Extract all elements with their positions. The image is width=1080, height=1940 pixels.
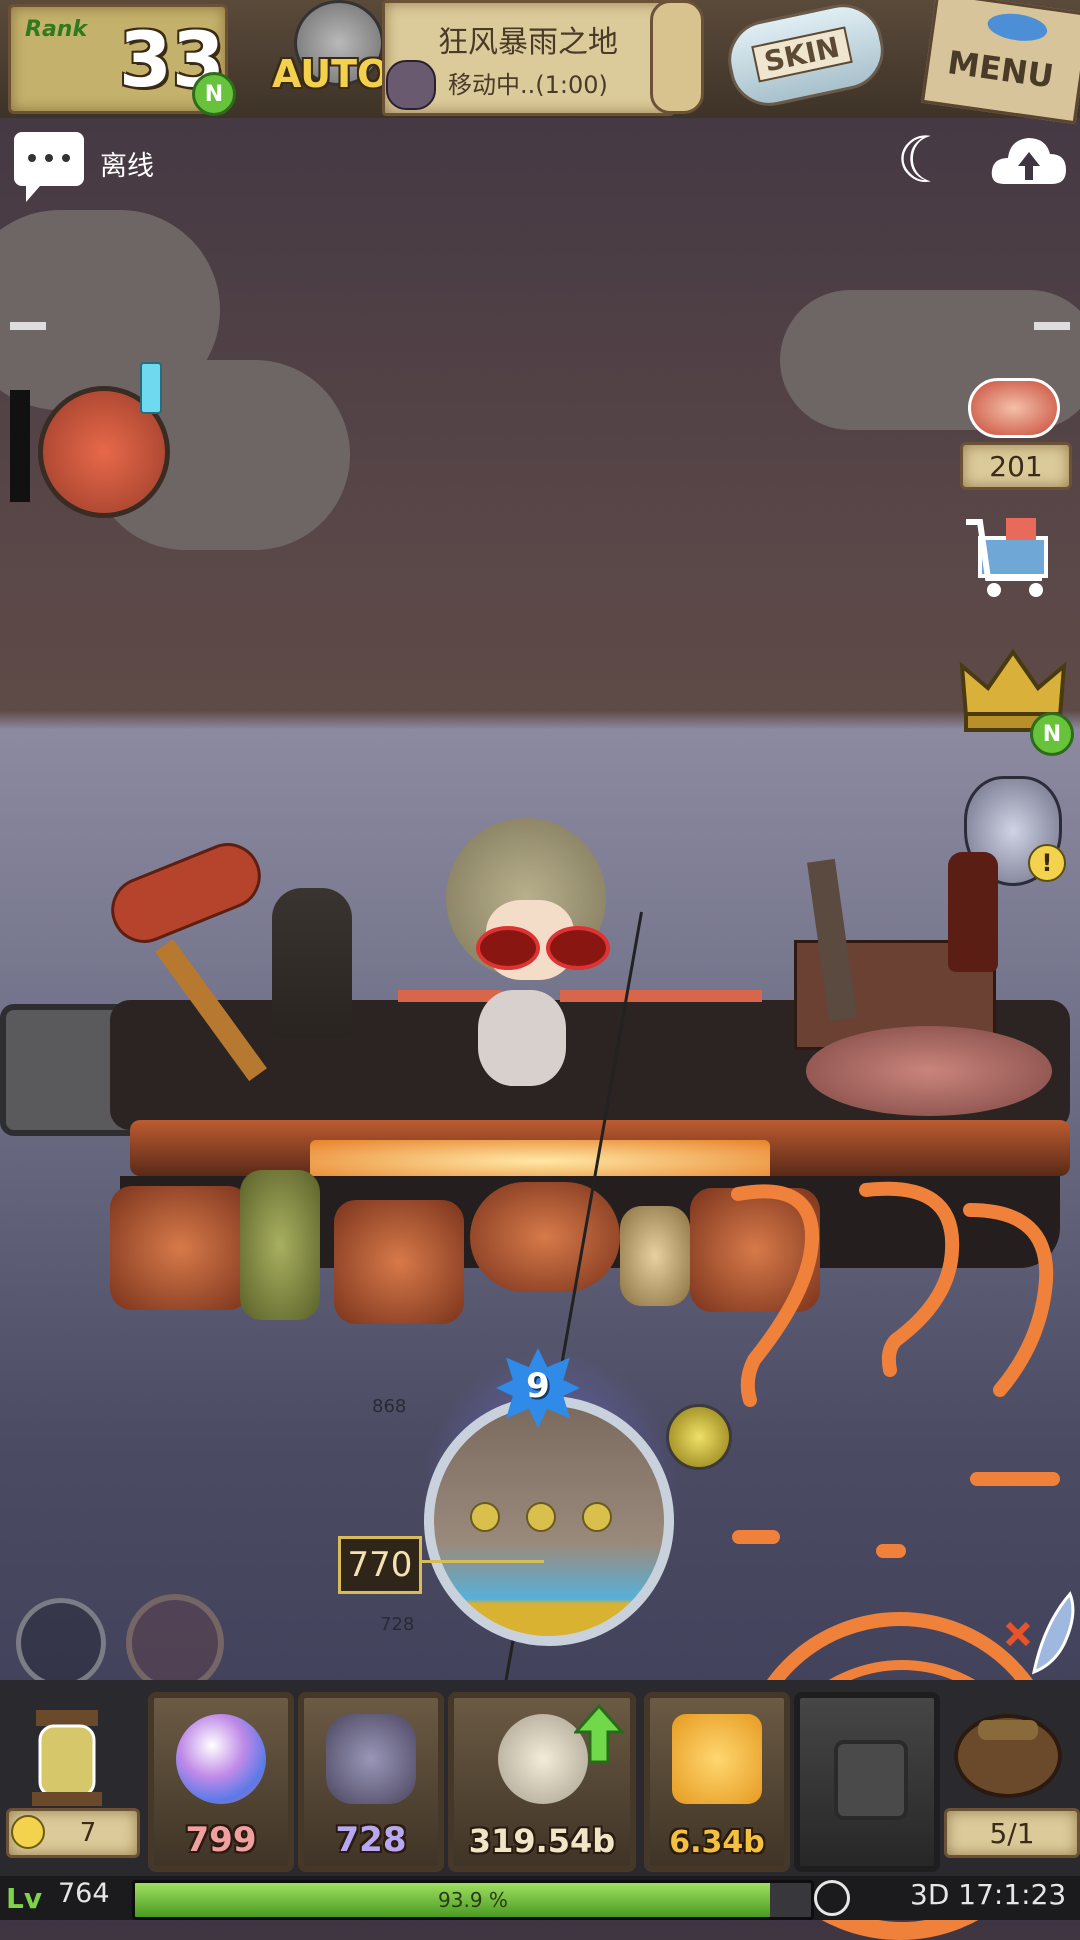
potion-jar-icon[interactable] — [12, 1700, 122, 1810]
bait-icon[interactable] — [666, 1404, 732, 1470]
scribble-dash-3 — [876, 1544, 906, 1558]
shield-gem-icon — [326, 1714, 416, 1804]
gauge-level: 9 — [526, 1366, 550, 1406]
fish-release-icon[interactable] — [1004, 1584, 1080, 1680]
item-count: 799 — [185, 1820, 257, 1860]
item-slot-orb[interactable]: 799 — [148, 1692, 294, 1872]
crown-new-badge: N — [1030, 712, 1074, 756]
inventory-slots: 5/1 — [944, 1808, 1080, 1858]
edge-mark-left — [10, 322, 46, 330]
bag-icon[interactable] — [948, 1700, 1066, 1800]
shop-cart-icon[interactable] — [962, 508, 1062, 602]
skin-button[interactable]: SKIN — [718, 0, 892, 114]
target-icon[interactable] — [126, 1594, 224, 1692]
meat-count: 201 — [960, 442, 1072, 490]
gauge-tick-low: 728 — [380, 1614, 415, 1635]
alert-icon — [140, 362, 162, 414]
item-slot-coin[interactable]: 319.54b — [448, 1692, 636, 1872]
fish-icon — [985, 10, 1049, 45]
gauge-tick-high: 868 — [372, 1396, 407, 1417]
cat-alert-icon: ! — [1028, 844, 1066, 882]
cutting-board — [806, 1026, 1052, 1116]
cloud-upload-icon[interactable] — [990, 130, 1068, 190]
item-count: 319.54b — [468, 1822, 616, 1860]
lock-icon — [834, 1740, 908, 1820]
scroll-icon[interactable] — [650, 0, 704, 114]
xp-text: 93.9 % — [438, 1888, 508, 1912]
rank-label: Rank — [25, 17, 88, 42]
cat-face-icon — [386, 60, 436, 110]
moon-icon[interactable]: ☾ — [896, 128, 956, 194]
item-slot-locked[interactable] — [794, 1692, 940, 1872]
gauge-value: 770 — [338, 1536, 422, 1594]
gauge-dot-3 — [582, 1502, 612, 1532]
menu-button[interactable]: MENU — [920, 0, 1080, 125]
scribble-dash-2 — [732, 1530, 780, 1544]
wine-bottle-icon — [948, 852, 998, 972]
item-slot-gold[interactable]: 6.34b — [644, 1692, 790, 1872]
time-value: 3D 17:1:23 — [910, 1878, 1067, 1911]
orb-icon — [176, 1714, 266, 1804]
question-mark-scribble-3 — [960, 1200, 1060, 1400]
sunglasses-icon — [476, 926, 610, 970]
upgrade-arrow-icon — [572, 1703, 626, 1764]
gauge-dot-2 — [526, 1502, 556, 1532]
compass-icon[interactable] — [16, 1598, 106, 1688]
auto-label: AUTO — [272, 52, 390, 96]
chat-icon[interactable] — [14, 132, 84, 202]
quest-button[interactable] — [10, 378, 170, 518]
level-star: 9 — [496, 1348, 580, 1428]
scribble-dash-1 — [970, 1472, 1060, 1486]
item-slot-gem[interactable]: 728 — [298, 1692, 444, 1872]
item-count: 6.34b — [669, 1825, 765, 1860]
item-count: 728 — [335, 1820, 407, 1860]
gauge-pointer — [416, 1560, 544, 1563]
coin-icon — [11, 1815, 45, 1849]
location-name: 狂风暴雨之地 — [438, 25, 618, 60]
gold-icon — [672, 1714, 762, 1804]
xp-bar: 93.9 % — [132, 1880, 814, 1920]
quest-bar — [10, 390, 30, 502]
rank-new-badge: N — [192, 72, 236, 116]
gauge-dot-1 — [470, 1502, 500, 1532]
potion-counter: 7 — [6, 1808, 140, 1858]
sausage-icon — [101, 833, 271, 953]
clock-icon — [814, 1880, 850, 1916]
telescope-icon — [272, 888, 352, 1038]
level-value: 764 — [58, 1878, 110, 1909]
edge-mark-right — [1034, 322, 1070, 330]
menu-label: MENU — [945, 43, 1056, 96]
inventory-slots-text: 5/1 — [989, 1816, 1035, 1850]
chat-status: 离线 — [100, 151, 154, 182]
meat-icon[interactable] — [968, 378, 1060, 438]
potion-count: 7 — [79, 1818, 97, 1848]
cat-character — [478, 990, 566, 1086]
level-icon: Lv — [6, 1882, 43, 1915]
question-mark-scribble-2 — [856, 1180, 966, 1380]
question-mark-scribble-1 — [724, 1180, 834, 1410]
